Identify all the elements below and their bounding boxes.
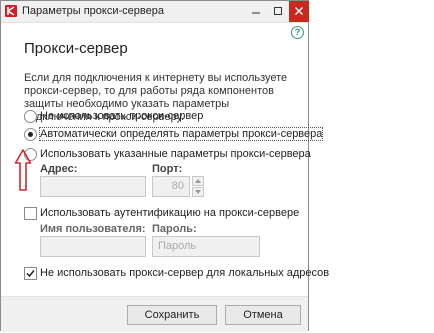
- bypass-local-label: Не использовать прокси-сервер для локаль…: [40, 267, 330, 279]
- option-no-proxy-label: Не использовать прокси-сервер: [40, 110, 204, 122]
- address-input[interactable]: [40, 176, 146, 197]
- port-label: Порт:: [152, 163, 183, 175]
- help-icon[interactable]: ?: [291, 26, 304, 39]
- username-label: Имя пользователя:: [40, 223, 146, 235]
- username-input[interactable]: [40, 236, 146, 257]
- port-input[interactable]: 80: [152, 176, 190, 197]
- port-increment-button[interactable]: [192, 176, 204, 186]
- port-decrement-button[interactable]: [192, 187, 204, 197]
- close-button[interactable]: [289, 1, 309, 22]
- password-input[interactable]: Пароль: [152, 236, 260, 257]
- radio-no-proxy[interactable]: [24, 110, 37, 123]
- proxy-settings-window: Параметры прокси-сервера ? Прокси-сервер…: [0, 0, 329, 332]
- option-auto-detect-label: Автоматически определять параметры прокс…: [38, 127, 324, 141]
- title-bar: Параметры прокси-сервера: [1, 1, 309, 23]
- maximize-button[interactable]: [267, 1, 289, 22]
- minimize-button[interactable]: [245, 1, 267, 22]
- kaspersky-app-icon: [5, 5, 17, 17]
- auth-label: Использовать аутентификацию на прокси-се…: [40, 207, 300, 219]
- dialog-footer: Сохранить Отмена: [1, 296, 308, 332]
- page-title: Прокси-сервер: [24, 40, 128, 57]
- save-button[interactable]: Сохранить: [127, 305, 217, 325]
- window-title: Параметры прокси-сервера: [22, 5, 164, 17]
- radio-auto-detect[interactable]: [24, 128, 37, 141]
- checkmark-icon: [26, 270, 35, 278]
- bypass-local-checkbox[interactable]: [24, 267, 37, 280]
- password-label: Пароль:: [152, 223, 197, 235]
- option-manual-label: Использовать указанные параметры прокси-…: [40, 148, 311, 160]
- cancel-button[interactable]: Отмена: [225, 305, 301, 325]
- port-stepper[interactable]: [192, 176, 204, 197]
- red-arrow-annotation-icon: [14, 149, 32, 191]
- auth-checkbox[interactable]: [24, 207, 37, 220]
- address-label: Адрес:: [40, 163, 78, 175]
